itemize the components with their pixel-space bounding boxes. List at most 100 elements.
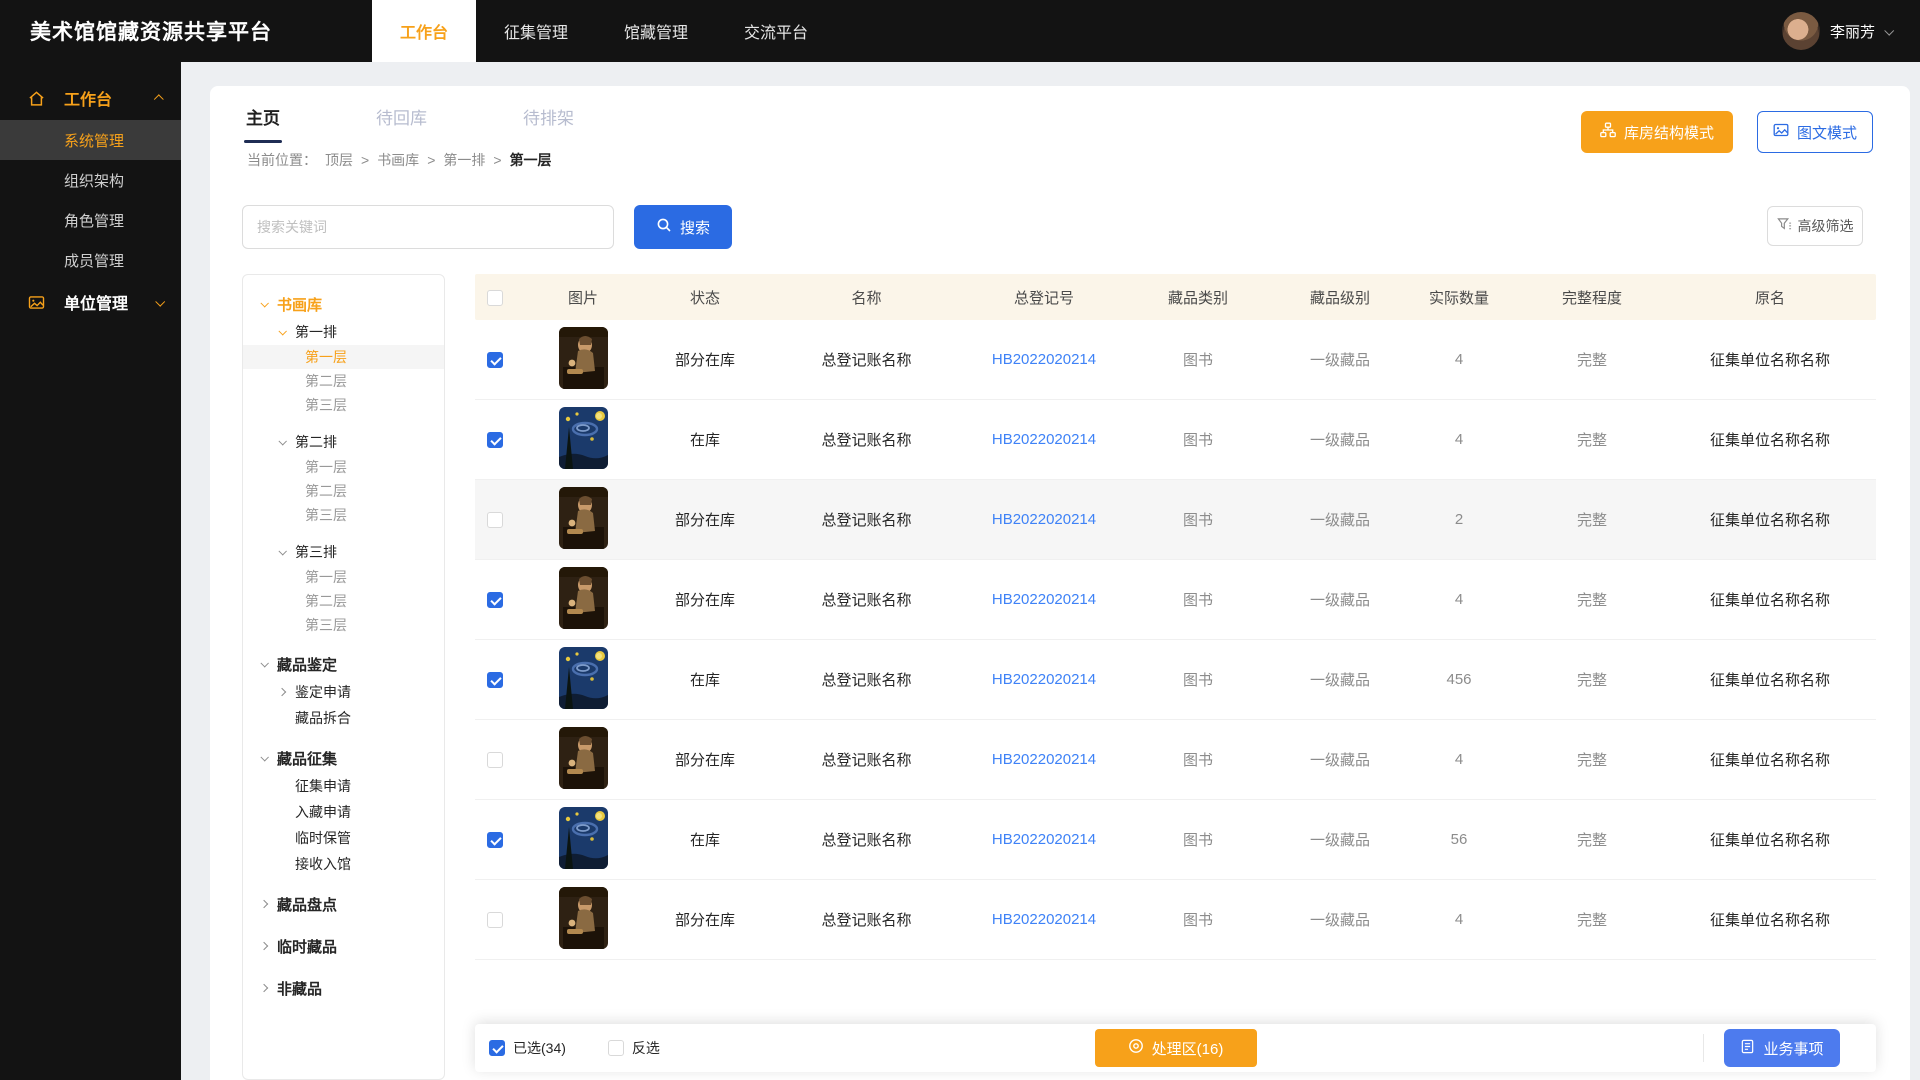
tree-chevron-icon	[275, 329, 289, 335]
row-checkbox[interactable]	[487, 672, 503, 688]
table-row: 部分在库 总登记账名称 HB2022020214 图书 一级藏品 4 完整 征集…	[475, 880, 1876, 960]
tree-node-藏品盘点[interactable]: 藏品盘点	[243, 889, 444, 919]
process-area-button[interactable]: 处理区(16)	[1095, 1029, 1257, 1067]
cell-registration-number-link[interactable]: HB2022020214	[974, 431, 1114, 448]
nav-item-交流平台[interactable]: 交流平台	[716, 0, 836, 62]
classic-painting-thumbnail[interactable]	[559, 487, 608, 549]
cell-quantity: 56	[1398, 831, 1520, 848]
tree-node-第二层[interactable]: 第二层	[243, 589, 444, 613]
breadcrumb-item-顶层[interactable]: 顶层	[325, 150, 353, 170]
tab-待回库[interactable]: 待回库	[376, 104, 427, 143]
nav-item-征集管理[interactable]: 征集管理	[476, 0, 596, 62]
breadcrumb-item-书画库[interactable]: 书画库	[377, 150, 419, 170]
tree-chevron-icon	[257, 901, 271, 907]
starry-night-thumbnail[interactable]	[559, 647, 608, 709]
sidebar-group-单位管理[interactable]: 单位管理	[0, 280, 181, 324]
column-header-总登记号: 总登记号	[974, 287, 1114, 308]
column-header-藏品类别: 藏品类别	[1114, 287, 1282, 308]
tree-node-临时保管[interactable]: 临时保管	[243, 825, 444, 851]
user-menu[interactable]: 李丽芳	[1782, 12, 1892, 50]
cell-status: 部分在库	[651, 509, 759, 530]
storage-structure-mode-button[interactable]: 库房结构模式	[1581, 111, 1733, 153]
breadcrumb-item-第一排[interactable]: 第一排	[443, 150, 485, 170]
tab-主页[interactable]: 主页	[246, 104, 280, 143]
row-checkbox[interactable]	[487, 352, 503, 368]
tab-待排架[interactable]: 待排架	[523, 104, 574, 143]
row-checkbox[interactable]	[487, 832, 503, 848]
tree-node-藏品征集[interactable]: 藏品征集	[243, 743, 444, 773]
tree-node-第二层[interactable]: 第二层	[243, 369, 444, 393]
top-nav-menu: 工作台征集管理馆藏管理交流平台	[372, 0, 836, 62]
cell-origin: 征集单位名称名称	[1664, 509, 1876, 530]
tree-node-接收入馆[interactable]: 接收入馆	[243, 851, 444, 877]
search-input[interactable]	[242, 205, 614, 249]
search-button[interactable]: 搜索	[634, 205, 732, 249]
table-header: 图片状态名称总登记号藏品类别藏品级别实际数量完整程度原名	[475, 274, 1876, 320]
column-header-藏品级别: 藏品级别	[1282, 287, 1398, 308]
classic-painting-thumbnail[interactable]	[559, 887, 608, 949]
cell-registration-number-link[interactable]: HB2022020214	[974, 671, 1114, 688]
user-avatar[interactable]	[1782, 12, 1820, 50]
cell-registration-number-link[interactable]: HB2022020214	[974, 911, 1114, 928]
search-button-label: 搜索	[680, 217, 710, 238]
selected-checkbox-control[interactable]: 已选(34)	[489, 1038, 566, 1058]
classic-painting-thumbnail[interactable]	[559, 727, 608, 789]
nav-item-工作台[interactable]: 工作台	[372, 0, 476, 62]
tree-node-第一排[interactable]: 第一排	[243, 319, 444, 345]
row-checkbox[interactable]	[487, 752, 503, 768]
nav-item-馆藏管理[interactable]: 馆藏管理	[596, 0, 716, 62]
row-checkbox[interactable]	[487, 592, 503, 608]
tree-node-第一层[interactable]: 第一层	[243, 455, 444, 479]
classic-painting-thumbnail[interactable]	[559, 327, 608, 389]
tree-node-临时藏品[interactable]: 临时藏品	[243, 931, 444, 961]
cell-registration-number-link[interactable]: HB2022020214	[974, 511, 1114, 528]
starry-night-thumbnail[interactable]	[559, 407, 608, 469]
business-items-button[interactable]: 业务事项	[1724, 1029, 1840, 1067]
app-screen: 美术馆馆藏资源共享平台 工作台征集管理馆藏管理交流平台 李丽芳 工作台 系统管理…	[0, 0, 1920, 1080]
invert-checkbox-control[interactable]: 反选	[608, 1038, 660, 1058]
chevron-icon	[155, 296, 165, 306]
cell-registration-number-link[interactable]: HB2022020214	[974, 351, 1114, 368]
tree-node-第二层[interactable]: 第二层	[243, 479, 444, 503]
sidebar-item-组织架构[interactable]: 组织架构	[0, 160, 181, 200]
cell-registration-number-link[interactable]: HB2022020214	[974, 831, 1114, 848]
tree-node-鉴定申请[interactable]: 鉴定申请	[243, 679, 444, 705]
sidebar-group-工作台[interactable]: 工作台	[0, 76, 181, 120]
row-checkbox[interactable]	[487, 912, 503, 928]
graphic-mode-button[interactable]: 图文模式	[1757, 111, 1873, 153]
tree-node-第三层[interactable]: 第三层	[243, 613, 444, 637]
tree-node-藏品鉴定[interactable]: 藏品鉴定	[243, 649, 444, 679]
sidebar-item-系统管理[interactable]: 系统管理	[0, 120, 181, 160]
starry-night-thumbnail[interactable]	[559, 807, 608, 869]
select-all-checkbox[interactable]	[487, 290, 503, 306]
tree-node-第二排[interactable]: 第二排	[243, 429, 444, 455]
cell-grade: 一级藏品	[1282, 429, 1398, 450]
cell-integrity: 完整	[1520, 829, 1664, 850]
row-checkbox[interactable]	[487, 512, 503, 528]
tree-node-第一层[interactable]: 第一层	[243, 565, 444, 589]
cell-registration-number-link[interactable]: HB2022020214	[974, 751, 1114, 768]
tree-chevron-icon	[257, 661, 271, 667]
tree-node-书画库[interactable]: 书画库	[243, 289, 444, 319]
cell-quantity: 4	[1398, 911, 1520, 928]
business-items-label: 业务事项	[1763, 1038, 1823, 1059]
sidebar-item-角色管理[interactable]: 角色管理	[0, 200, 181, 240]
tree-node-第三排[interactable]: 第三排	[243, 539, 444, 565]
sidebar-item-成员管理[interactable]: 成员管理	[0, 240, 181, 280]
tree-node-第三层[interactable]: 第三层	[243, 393, 444, 417]
cell-integrity: 完整	[1520, 669, 1664, 690]
cell-status: 部分在库	[651, 589, 759, 610]
cell-registration-number-link[interactable]: HB2022020214	[974, 591, 1114, 608]
tree-node-入藏申请[interactable]: 入藏申请	[243, 799, 444, 825]
tree-node-征集申请[interactable]: 征集申请	[243, 773, 444, 799]
advanced-filter-button[interactable]: 高级筛选	[1767, 206, 1863, 246]
cell-grade: 一级藏品	[1282, 909, 1398, 930]
invert-selection-checkbox[interactable]	[608, 1040, 624, 1056]
tree-node-藏品拆合[interactable]: 藏品拆合	[243, 705, 444, 731]
classic-painting-thumbnail[interactable]	[559, 567, 608, 629]
tree-node-第三层[interactable]: 第三层	[243, 503, 444, 527]
selected-checkbox[interactable]	[489, 1040, 505, 1056]
row-checkbox[interactable]	[487, 432, 503, 448]
tree-node-非藏品[interactable]: 非藏品	[243, 973, 444, 1003]
tree-node-第一层[interactable]: 第一层	[243, 345, 444, 369]
